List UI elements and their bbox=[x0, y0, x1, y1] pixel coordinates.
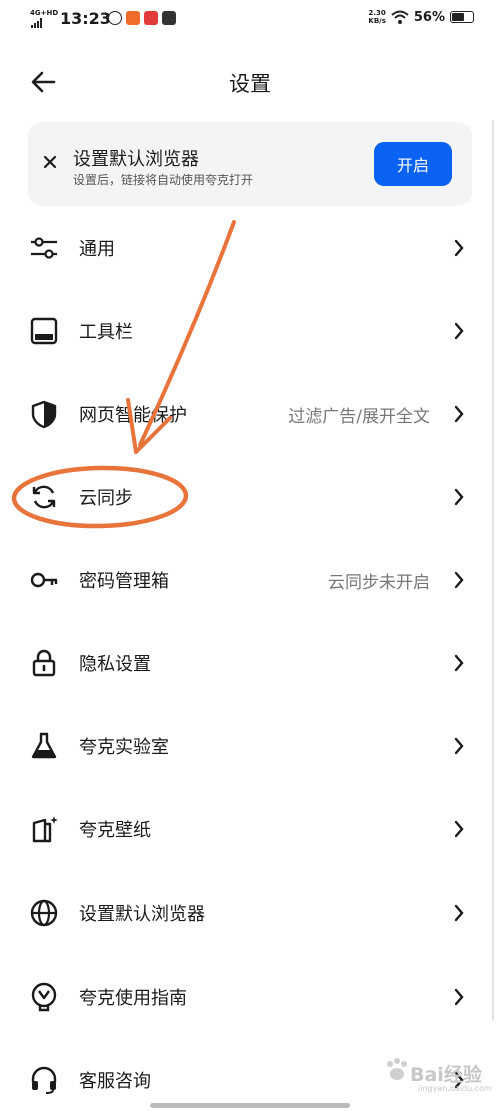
status-bar: 4G+HD 13:23 2.30 KB/s 56% bbox=[0, 0, 500, 38]
headset-icon bbox=[31, 1066, 57, 1094]
menu-item-label: 工具栏 bbox=[79, 322, 133, 343]
lock-icon bbox=[32, 649, 56, 677]
network-speed: 2.30 KB/s bbox=[368, 9, 386, 25]
watermark-text: Bai经验 bbox=[410, 1064, 482, 1086]
chevron-right-icon bbox=[454, 405, 464, 423]
menu-item-label: 设置默认浏览器 bbox=[79, 904, 205, 925]
menu-item-wallpaper[interactable]: 夸克壁纸 bbox=[0, 799, 500, 859]
banner-title: 设置默认浏览器 bbox=[73, 149, 199, 170]
menu-item-value: 过滤广告/展开全文 bbox=[288, 407, 430, 427]
menu-item-default-browser[interactable]: 设置默认浏览器 bbox=[0, 883, 500, 943]
default-browser-banner: 设置默认浏览器 设置后，链接将自动使用夸克打开 开启 bbox=[28, 122, 472, 206]
shield-icon bbox=[31, 400, 57, 429]
chevron-right-icon bbox=[454, 571, 464, 589]
menu-item-label: 网页智能保护 bbox=[79, 405, 187, 426]
chevron-right-icon bbox=[454, 737, 464, 755]
chevron-right-icon bbox=[454, 654, 464, 672]
app-notification-icon bbox=[108, 11, 122, 25]
menu-item-label: 夸克实验室 bbox=[79, 737, 169, 758]
menu-item-toolbar[interactable]: 工具栏 bbox=[0, 301, 500, 361]
menu-item-label: 通用 bbox=[79, 239, 115, 260]
enable-button[interactable]: 开启 bbox=[374, 142, 452, 186]
menu-item-value: 云同步未开启 bbox=[328, 573, 430, 593]
key-icon bbox=[30, 572, 58, 588]
sliders-icon bbox=[31, 237, 57, 259]
battery-icon bbox=[450, 11, 474, 23]
scrollbar-track bbox=[492, 120, 494, 1020]
video-app-icon bbox=[162, 11, 176, 25]
header: 设置 bbox=[0, 60, 500, 104]
paw-logo-icon bbox=[387, 1058, 407, 1080]
chevron-right-icon bbox=[454, 488, 464, 506]
app-notification-icon bbox=[126, 11, 140, 25]
page-title: 设置 bbox=[229, 72, 271, 96]
menu-item-label: 客服咨询 bbox=[79, 1071, 151, 1092]
menu-item-password-manager[interactable]: 密码管理箱 云同步未开启 bbox=[0, 550, 500, 610]
sync-icon bbox=[32, 485, 56, 509]
menu-item-lab[interactable]: 夸克实验室 bbox=[0, 716, 500, 776]
watermark: Bai经验 jingyan.baidu.com bbox=[382, 1050, 492, 1096]
chevron-right-icon bbox=[454, 988, 464, 1006]
close-icon[interactable] bbox=[42, 154, 58, 170]
menu-item-cloud-sync[interactable]: 云同步 bbox=[0, 467, 500, 527]
app-notification-icon bbox=[144, 11, 158, 25]
network-type: 4G+HD bbox=[30, 9, 59, 17]
signal-icon bbox=[31, 18, 42, 28]
status-time: 13:23 bbox=[60, 9, 111, 28]
notification-icons bbox=[108, 11, 176, 25]
toolbar-icon bbox=[30, 317, 58, 345]
globe-icon bbox=[30, 899, 58, 927]
wallpaper-icon bbox=[32, 816, 58, 843]
wifi-icon bbox=[391, 10, 409, 24]
chevron-right-icon bbox=[454, 904, 464, 922]
banner-subtitle: 设置后，链接将自动使用夸克打开 bbox=[73, 173, 254, 187]
menu-item-user-guide[interactable]: 夸克使用指南 bbox=[0, 967, 500, 1027]
menu-item-general[interactable]: 通用 bbox=[0, 218, 500, 278]
chevron-right-icon bbox=[454, 239, 464, 257]
menu-item-web-protection[interactable]: 网页智能保护 过滤广告/展开全文 bbox=[0, 384, 500, 444]
menu-item-label: 密码管理箱 bbox=[79, 571, 169, 592]
menu-item-label: 隐私设置 bbox=[79, 654, 151, 675]
guide-icon bbox=[31, 982, 57, 1012]
flask-icon bbox=[31, 732, 57, 759]
menu-item-label: 云同步 bbox=[79, 488, 133, 509]
menu-item-label: 夸克使用指南 bbox=[79, 988, 187, 1009]
menu-item-label: 夸克壁纸 bbox=[79, 820, 151, 841]
watermark-url: jingyan.baidu.com bbox=[418, 1084, 492, 1093]
chevron-right-icon bbox=[454, 820, 464, 838]
menu-item-privacy[interactable]: 隐私设置 bbox=[0, 633, 500, 693]
chevron-right-icon bbox=[454, 322, 464, 340]
home-indicator[interactable] bbox=[150, 1103, 350, 1108]
battery-percent: 56% bbox=[413, 9, 445, 25]
